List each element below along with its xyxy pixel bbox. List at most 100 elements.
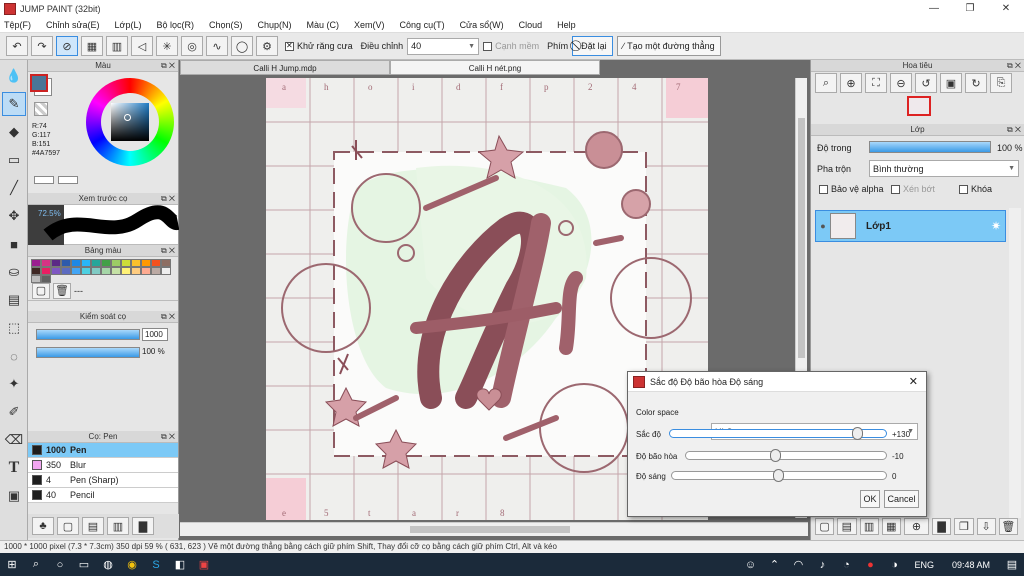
color-mode-button[interactable] [34, 176, 54, 184]
horizontal-scrollbar[interactable] [180, 522, 808, 536]
tray-app-icon[interactable]: ◔ [834, 553, 858, 576]
palette-swatch[interactable] [61, 267, 71, 275]
lightness-thumb[interactable] [773, 469, 784, 482]
visibility-icon[interactable]: ● [816, 221, 830, 231]
brush-folder-icon[interactable]: ▇ [132, 517, 154, 535]
menu-help[interactable]: Help [557, 20, 576, 30]
menu-file[interactable]: Tệp(F) [4, 20, 31, 30]
restore-button[interactable]: ❐ [952, 0, 988, 17]
ok-button[interactable]: OK [860, 490, 880, 508]
brush-opacity-slider[interactable] [36, 347, 140, 358]
antialias-checkbox[interactable]: Khử răng cưa [285, 41, 353, 51]
color-mode-button-2[interactable] [58, 176, 78, 184]
tray-up-icon[interactable]: ⌃ [762, 553, 786, 576]
curve-snap-button[interactable]: ∿ [206, 36, 228, 56]
palette-swatch[interactable] [81, 259, 91, 267]
menu-cloud[interactable]: Cloud [519, 20, 543, 30]
merge-layer-icon[interactable]: ⇩ [976, 517, 996, 535]
menu-tools[interactable]: Công cụ(T) [400, 20, 445, 30]
record-icon[interactable]: ● [858, 553, 882, 576]
snap-off-button[interactable]: ⊘ [56, 36, 78, 56]
palette-swatch[interactable] [81, 267, 91, 275]
smooth-checkbox[interactable]: Cạnh mềm [483, 41, 539, 51]
palette-swatch[interactable] [101, 267, 111, 275]
language-indicator[interactable]: ENG [914, 560, 934, 570]
actual-size-icon[interactable]: ⛶ [865, 73, 887, 93]
add-layer-menu-icon[interactable]: ⊕ [904, 517, 929, 535]
main-color-swatch[interactable] [30, 74, 48, 92]
palette-swatch[interactable] [41, 259, 51, 267]
radial-snap-button[interactable]: ✳ [156, 36, 178, 56]
zoom-in-icon[interactable]: ⊕ [840, 73, 862, 93]
palette-swatch[interactable] [111, 259, 121, 267]
zoom-out-icon[interactable]: ⊖ [890, 73, 912, 93]
divide-tool-icon[interactable]: ▣ [2, 484, 26, 508]
tab-calli-h-jump[interactable]: Calli H Jump.mdp [180, 60, 390, 75]
lasso-tool-icon[interactable]: ◌ [2, 344, 26, 368]
palette-swatch[interactable] [51, 267, 61, 275]
wifi-icon[interactable]: ◠ [786, 553, 810, 576]
palette-swatch[interactable] [151, 267, 161, 275]
brush-new-icon[interactable]: ▢ [57, 517, 79, 535]
brush-list-item[interactable]: 40 Pencil [28, 488, 178, 503]
palette-swatch[interactable] [51, 259, 61, 267]
volume-icon[interactable]: ♪ [810, 553, 834, 576]
hue-wheel[interactable] [86, 78, 174, 166]
menu-select[interactable]: Chọn(S) [209, 20, 243, 30]
notification-icon[interactable]: ▤ [1000, 553, 1024, 576]
text-tool-icon[interactable]: T [2, 456, 26, 480]
palette-swatch[interactable] [91, 259, 101, 267]
dialog-close-icon[interactable]: ✕ [909, 375, 918, 388]
clipping-checkbox[interactable]: Xén bớt [891, 184, 935, 194]
perspective-snap-button[interactable]: ◁ [131, 36, 153, 56]
cortana-icon[interactable]: ○ [48, 553, 72, 576]
palette-swatch[interactable] [71, 259, 81, 267]
menu-window[interactable]: Cửa sổ(W) [460, 20, 504, 30]
straight-line-button[interactable]: ∕ Tạo một đường thẳng [616, 36, 721, 56]
layer-row[interactable]: ● Lớp1 ✷ [815, 210, 1006, 242]
select-tool-icon[interactable]: ⬚ [2, 316, 26, 340]
menu-edit[interactable]: Chỉnh sửa(E) [46, 20, 100, 30]
cancel-button[interactable]: Cancel [884, 490, 919, 508]
app-taskbar-icon-2[interactable]: ◧ [168, 553, 192, 576]
reset-button[interactable]: ⃠Đặt lại [572, 36, 613, 56]
brush-size-value[interactable]: 1000 [142, 328, 168, 341]
pen-tool-icon[interactable]: ✎ [2, 92, 26, 116]
menu-capture[interactable]: Chụp(N) [258, 20, 292, 30]
protect-alpha-checkbox[interactable]: Bảo vệ alpha [819, 184, 884, 194]
clock[interactable]: 09:48 AM [952, 560, 990, 570]
redo-button[interactable]: ↷ [31, 36, 53, 56]
new-halftone-layer-icon[interactable]: ▤ [837, 517, 857, 535]
app-taskbar-icon[interactable]: ◍ [96, 553, 120, 576]
reset-view-icon[interactable]: ⎘ [990, 73, 1012, 93]
layer-opacity-slider[interactable] [869, 141, 991, 153]
menu-color[interactable]: Màu (C) [307, 20, 340, 30]
palette-swatch[interactable] [111, 267, 121, 275]
palette-swatch[interactable] [31, 259, 41, 267]
saturation-square[interactable] [111, 103, 149, 141]
tab-calli-h-net[interactable]: Calli H nét.png [390, 60, 600, 75]
menu-filter[interactable]: Bộ lọc(R) [156, 20, 194, 30]
new-8bit-layer-icon[interactable]: ▥ [859, 517, 879, 535]
palette-swatch[interactable] [101, 259, 111, 267]
new-1bit-layer-icon[interactable]: ▦ [881, 517, 901, 535]
duplicate-layer-icon[interactable]: ❐ [954, 517, 974, 535]
hue-thumb[interactable] [851, 427, 863, 440]
saturation-slider[interactable] [685, 449, 887, 462]
selection-pen-tool-icon[interactable]: ✐ [2, 400, 26, 424]
palette-swatch[interactable] [121, 267, 131, 275]
gradient-tool-icon[interactable]: ▤ [2, 288, 26, 312]
grid-snap-button[interactable]: ▦ [81, 36, 103, 56]
eraser-tool-icon[interactable]: ◆ [2, 120, 26, 144]
brush-size-slider[interactable] [36, 329, 140, 340]
flip-icon[interactable]: ▣ [940, 73, 962, 93]
new-layer-icon[interactable]: ▢ [815, 517, 835, 535]
palette-swatch[interactable] [141, 267, 151, 275]
palette-swatch[interactable] [131, 259, 141, 267]
undo-button[interactable]: ↶ [6, 36, 28, 56]
snap-settings-button[interactable]: ⚙ [256, 36, 278, 56]
brush-list-item[interactable]: 1000 Pen [28, 443, 178, 458]
menu-layer[interactable]: Lớp(L) [115, 20, 142, 30]
task-view-icon[interactable]: ▭ [72, 553, 96, 576]
palette-swatch[interactable] [121, 259, 131, 267]
